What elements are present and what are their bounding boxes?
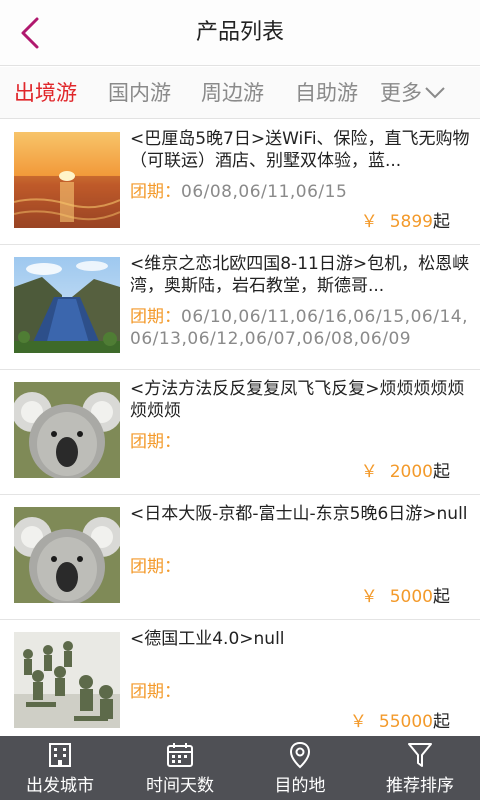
tab-nearby[interactable]: 周边游 bbox=[201, 67, 264, 119]
price-value: 2000 bbox=[389, 462, 433, 482]
location-pin-icon bbox=[285, 741, 315, 769]
price-value: 5000 bbox=[389, 587, 433, 607]
list-item[interactable]: <巴厘岛5晚7日>送WiFi、保险，直飞无购物（可联运）酒店、别墅双体验，蓝..… bbox=[0, 120, 480, 245]
product-image-sunset bbox=[14, 132, 120, 228]
duration-label: 时间天数 bbox=[146, 775, 214, 796]
tab-outbound[interactable]: 出境游 bbox=[14, 67, 77, 119]
product-price: ￥ 55000起 bbox=[350, 710, 450, 734]
app-header: 产品列表 bbox=[0, 0, 480, 66]
dates-value: 06/08,06/11,06/15 bbox=[181, 182, 348, 202]
destination-button[interactable]: 目的地 bbox=[240, 736, 360, 800]
price-currency: ￥ bbox=[360, 462, 378, 482]
dates-label: 团期： bbox=[130, 307, 181, 327]
list-item[interactable]: <方法方法反反复复凤飞飞反复>烦烦烦烦烦烦烦烦 团期： ￥ 2000起 bbox=[0, 370, 480, 495]
list-item[interactable]: <日本大阪-京都-富士山-东京5晚6日游>null 团期： ￥ 5000起 bbox=[0, 495, 480, 620]
product-title: <维京之恋北欧四国8-11日游>包机，松恩峡湾，奥斯陆，岩石教堂，斯德哥... bbox=[130, 254, 470, 296]
price-value: 5899 bbox=[389, 212, 433, 232]
sort-button[interactable]: 推荐排序 bbox=[360, 736, 480, 800]
building-icon bbox=[45, 741, 75, 769]
departure-dates: 团期： bbox=[130, 556, 478, 578]
departure-dates: 团期： bbox=[130, 431, 478, 453]
departure-dates: 团期：06/08,06/11,06/15 bbox=[130, 181, 478, 203]
dates-label: 团期： bbox=[130, 557, 181, 577]
departure-city-button[interactable]: 出发城市 bbox=[0, 736, 120, 800]
dates-label: 团期： bbox=[130, 182, 181, 202]
departure-city-label: 出发城市 bbox=[26, 775, 94, 796]
dates-label: 团期： bbox=[130, 682, 181, 702]
product-list: <巴厘岛5晚7日>送WiFi、保险，直飞无购物（可联运）酒店、别墅双体验，蓝..… bbox=[0, 120, 480, 736]
product-price: ￥ 2000起 bbox=[361, 460, 450, 484]
destination-label: 目的地 bbox=[274, 775, 326, 796]
price-suffix: 起 bbox=[433, 587, 450, 607]
product-title: <方法方法反反复复凤飞飞反复>烦烦烦烦烦烦烦烦 bbox=[130, 379, 465, 421]
product-price: ￥ 5000起 bbox=[361, 585, 450, 609]
departure-dates: 团期： bbox=[130, 681, 478, 703]
product-title: <巴厘岛5晚7日>送WiFi、保险，直飞无购物（可联运）酒店、别墅双体验，蓝..… bbox=[130, 129, 470, 171]
product-title: <日本大阪-京都-富士山-东京5晚6日游>null bbox=[130, 504, 468, 524]
tab-domestic[interactable]: 国内游 bbox=[108, 67, 171, 119]
price-currency: ￥ bbox=[349, 712, 367, 732]
tab-more[interactable]: 更多 bbox=[380, 67, 446, 119]
price-currency: ￥ bbox=[360, 212, 378, 232]
list-item[interactable]: <维京之恋北欧四国8-11日游>包机，松恩峡湾，奥斯陆，岩石教堂，斯德哥... … bbox=[0, 245, 480, 370]
sort-label: 推荐排序 bbox=[386, 775, 454, 796]
calendar-icon bbox=[165, 741, 195, 769]
price-value: 55000 bbox=[378, 712, 433, 732]
product-image-fjord bbox=[14, 257, 120, 353]
duration-button[interactable]: 时间天数 bbox=[120, 736, 240, 800]
category-tabs: 出境游 国内游 周边游 自助游 更多 bbox=[0, 67, 480, 119]
price-suffix: 起 bbox=[433, 212, 450, 232]
product-image-toy-soldiers bbox=[14, 632, 120, 728]
tab-more-label: 更多 bbox=[380, 81, 422, 105]
departure-dates: 团期：06/10,06/11,06/16,06/15,06/14,06/13,0… bbox=[130, 306, 478, 350]
product-price: ￥ 5899起 bbox=[361, 210, 450, 234]
page-title: 产品列表 bbox=[195, 20, 284, 45]
list-item[interactable]: <德国工业4.0>null 团期： ￥ 55000起 bbox=[0, 620, 480, 736]
dates-value: 06/10,06/11,06/16,06/15,06/14,06/13,06/1… bbox=[130, 307, 468, 349]
price-suffix: 起 bbox=[433, 712, 450, 732]
bottom-filter-bar: 出发城市 时间天数 目的地 推荐排序 bbox=[0, 736, 480, 800]
dates-label: 团期： bbox=[130, 432, 181, 452]
product-image-koala bbox=[14, 507, 120, 603]
price-suffix: 起 bbox=[433, 462, 450, 482]
product-title: <德国工业4.0>null bbox=[130, 629, 285, 649]
product-image-koala bbox=[14, 382, 120, 478]
tab-self-guided[interactable]: 自助游 bbox=[295, 67, 358, 119]
chevron-down-icon bbox=[425, 87, 445, 99]
price-currency: ￥ bbox=[360, 587, 378, 607]
filter-icon bbox=[405, 741, 435, 769]
